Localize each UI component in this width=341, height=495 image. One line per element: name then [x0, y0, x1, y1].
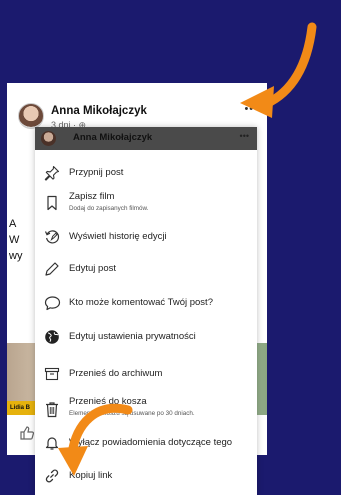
top-arrow-head	[240, 86, 274, 118]
annotation-arrows	[58, 22, 317, 476]
bottom-arrow-head	[58, 446, 88, 476]
